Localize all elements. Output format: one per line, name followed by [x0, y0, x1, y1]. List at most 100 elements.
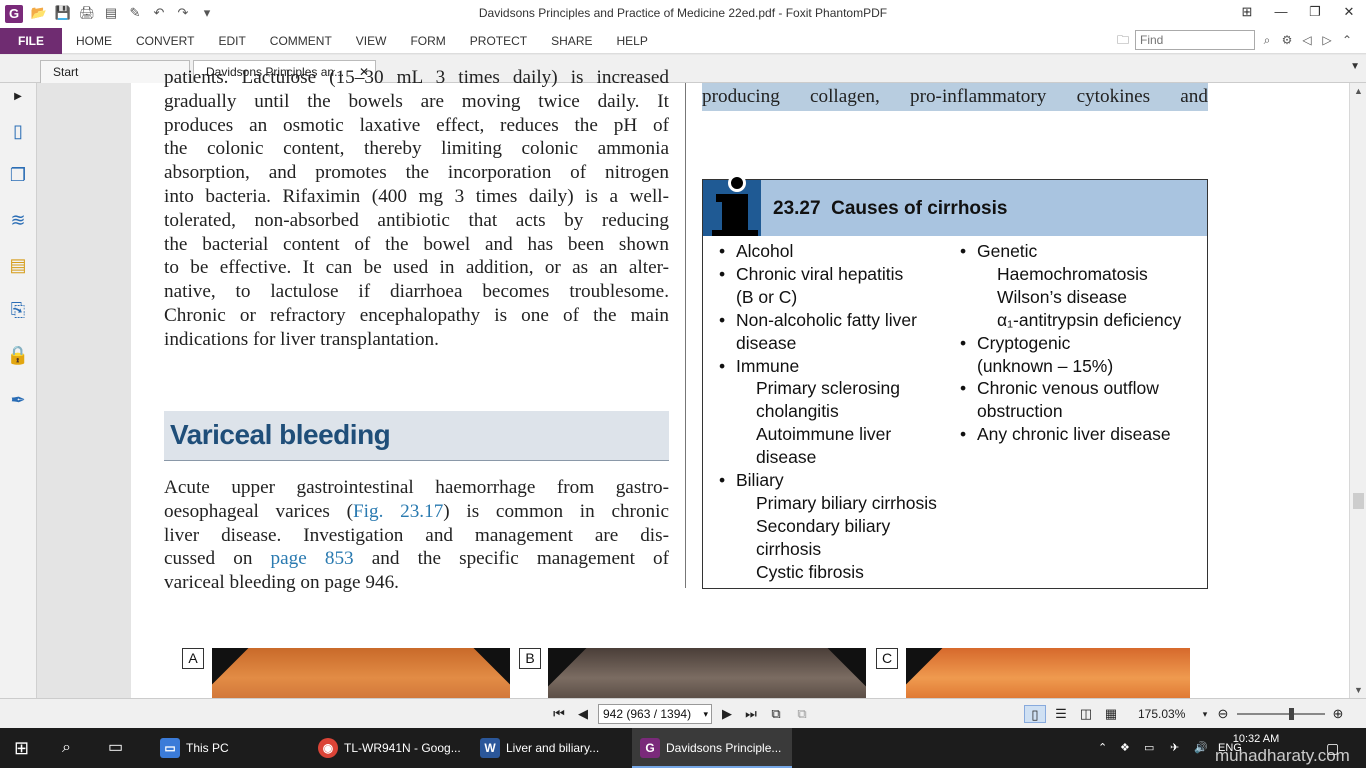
next-view-icon[interactable]: ⧉ [793, 705, 811, 723]
zoom-slider-knob[interactable] [1289, 708, 1294, 720]
box-list-text: cholangitis [756, 401, 839, 422]
text-line: producing collagen, pro-inflammatory cyt… [702, 86, 1208, 107]
zoom-out-icon[interactable]: ⊖ [1215, 705, 1231, 723]
next-result-icon[interactable]: ▷ [1319, 32, 1335, 48]
volume-icon[interactable]: 🔊 [1194, 728, 1208, 768]
box-list-text: Genetic [977, 241, 1038, 261]
page-dropdown-icon[interactable]: ▾ [703, 705, 708, 723]
file-tab[interactable]: FILE [0, 28, 62, 54]
next-page-icon[interactable]: ▶ [718, 705, 736, 723]
page-number-value: 942 (963 / 1394) [603, 707, 692, 721]
page-link[interactable]: page 853 [271, 548, 354, 569]
battery-icon[interactable]: ▭ [1144, 728, 1160, 768]
tab-form[interactable]: FORM [398, 28, 457, 54]
figure-label-b: B [519, 648, 541, 669]
security-lock-icon[interactable]: 🔒 [6, 343, 30, 367]
word-icon: W [480, 738, 500, 758]
taskbar-foxit[interactable]: G Davidsons Principle... [632, 728, 792, 768]
expand-panel-icon[interactable]: ▶ [6, 85, 30, 109]
search-icon[interactable]: ⌕ [62, 728, 82, 768]
tab-protect[interactable]: PROTECT [458, 28, 539, 54]
tab-edit[interactable]: EDIT [206, 28, 257, 54]
find-input[interactable] [1135, 30, 1255, 50]
facing-icon[interactable]: ◫ [1076, 705, 1096, 723]
box-list-item: Autoimmune liver [736, 423, 937, 446]
minimize-button[interactable]: — [1264, 0, 1298, 24]
text-line: produces an osmotic laxative effect, red… [164, 114, 669, 136]
box-list-item: Cystic fibrosis [736, 561, 937, 584]
text-line: native, to lactulose if diarrhoea become… [164, 281, 669, 303]
continuous-facing-icon[interactable]: ▦ [1101, 705, 1121, 723]
selected-text-highlight: producing collagen, pro-inflammatory cyt… [702, 83, 1208, 111]
last-page-icon[interactable]: ⏭ [742, 705, 760, 723]
tab-view[interactable]: VIEW [344, 28, 399, 54]
figure-link[interactable]: Fig. 23.17 [353, 501, 443, 522]
folder-search-icon[interactable]: 🗀 [1115, 32, 1131, 48]
text-span: and the specific management of [353, 548, 669, 570]
close-button[interactable]: ✕ [1332, 0, 1366, 24]
task-view-icon[interactable]: ▭ [108, 728, 132, 768]
zoom-dropdown-icon[interactable]: ▾ [1198, 705, 1212, 723]
box-list-item: (B or C) [736, 286, 937, 309]
tab-share[interactable]: SHARE [539, 28, 604, 54]
page-number-field[interactable]: 942 (963 / 1394) ▾ [598, 704, 712, 724]
task-label: Liver and biliary... [506, 741, 600, 755]
box-list-item: Secondary biliary [736, 515, 937, 538]
restore-button[interactable]: ❐ [1298, 0, 1332, 24]
tab-comment[interactable]: COMMENT [258, 28, 344, 54]
box-list-item: (unknown – 15%) [977, 355, 1181, 378]
ribbon-options-icon[interactable]: ⊞ [1230, 0, 1264, 24]
taskbar-this-pc[interactable]: ▭ This PC [152, 728, 304, 768]
left-column-text: patients. Lactulose (15–30 mL 3 times da… [164, 66, 669, 352]
bullet-icon: • [960, 424, 967, 445]
taskbar-chrome[interactable]: ◉ TL-WR941N - Goog... [310, 728, 466, 768]
zoom-level[interactable]: 175.03% [1138, 707, 1185, 721]
zoom-slider[interactable] [1237, 708, 1325, 720]
gear-icon[interactable]: ⚙ [1279, 32, 1295, 48]
search-icon[interactable]: ⌕ [1259, 32, 1275, 48]
scroll-up-icon[interactable]: ▲ [1350, 83, 1366, 99]
info-box-header: 23.27 Causes of cirrhosis [703, 174, 1207, 236]
tab-list-dropdown-icon[interactable]: ▼ [1350, 61, 1360, 72]
box-list-item: disease [736, 332, 937, 355]
text-line: gradually until the bowels are moving tw… [164, 90, 669, 112]
section-heading: Variceal bleeding [170, 419, 391, 450]
pages-icon[interactable]: ❐ [6, 163, 30, 187]
single-page-icon[interactable]: ▯ [1024, 705, 1046, 723]
zoom-in-icon[interactable]: ⊕ [1330, 705, 1346, 723]
network-icon[interactable]: ✈ [1170, 728, 1184, 768]
taskbar-word[interactable]: W Liver and biliary... [472, 728, 628, 768]
box-list-text: Primary sclerosing [756, 378, 900, 399]
bookmarks-icon[interactable]: ▯ [6, 119, 30, 143]
tab-home[interactable]: HOME [64, 28, 124, 54]
attachments-icon[interactable]: ⎘ [6, 298, 30, 322]
ribbon-menu-bar: FILE HOME CONVERT EDIT COMMENT VIEW FORM… [0, 28, 1366, 54]
box-list-item: • Chronic viral hepatitis [719, 263, 937, 286]
watermark: muhadharaty.com [1215, 746, 1350, 765]
box-list-item: cholangitis [736, 400, 937, 423]
box-list-text: Cryptogenic [977, 332, 1071, 353]
dropbox-icon[interactable]: ❖ [1120, 728, 1134, 768]
tray-expand-icon[interactable]: ⌃ [1098, 728, 1112, 768]
window-controls: ⊞ — ❐ ✕ [1230, 0, 1366, 24]
prev-result-icon[interactable]: ◁ [1299, 32, 1315, 48]
clock-time[interactable]: 10:32 AM [1226, 731, 1286, 747]
task-label: This PC [186, 741, 229, 755]
expand-icon[interactable]: ⌃ [1339, 32, 1355, 48]
previous-view-icon[interactable]: ⧉ [767, 705, 785, 723]
box-list-text: obstruction [977, 401, 1063, 422]
tab-convert[interactable]: CONVERT [124, 28, 206, 54]
previous-page-icon[interactable]: ◀ [574, 705, 592, 723]
comments-icon[interactable]: ▤ [6, 253, 30, 277]
continuous-icon[interactable]: ☰ [1051, 705, 1071, 723]
vertical-scrollbar[interactable]: ▲ ▼ [1349, 83, 1366, 698]
tab-help[interactable]: HELP [604, 28, 659, 54]
box-list-text: (unknown – 15%) [977, 355, 1114, 376]
signature-icon[interactable]: ✒ [6, 388, 30, 412]
scrollbar-thumb[interactable] [1353, 493, 1364, 509]
scroll-down-icon[interactable]: ▼ [1350, 682, 1366, 698]
layers-icon[interactable]: ≋ [6, 208, 30, 232]
windows-start-icon[interactable]: ⊞ [14, 728, 34, 768]
box-number: 23.27 [773, 198, 821, 219]
first-page-icon[interactable]: ⏮ [550, 705, 568, 723]
